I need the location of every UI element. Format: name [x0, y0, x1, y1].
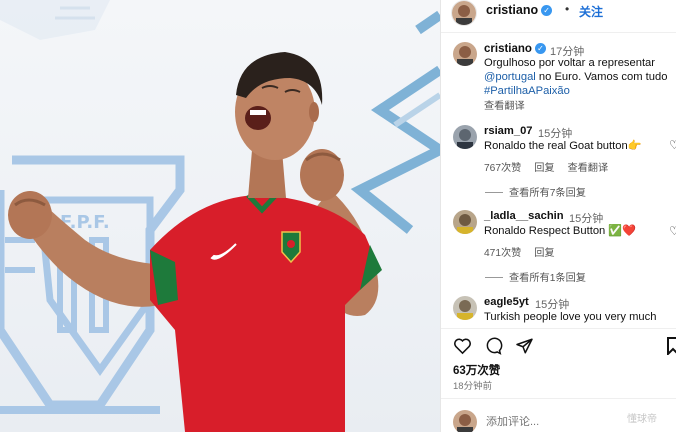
add-comment-input[interactable] [486, 416, 606, 428]
caption-avatar[interactable] [453, 42, 477, 66]
add-comment-divider [441, 398, 676, 399]
player-celebration-image: F.P.F. [0, 0, 440, 432]
author-username[interactable]: cristiano ✓ [486, 3, 553, 17]
author-avatar[interactable] [451, 0, 477, 26]
header-divider [441, 32, 676, 33]
caption-username[interactable]: cristiano ✓ [484, 43, 546, 55]
post-side-panel: cristiano ✓ • 关注 cristiano ✓ 17分钟 Orgulhos… [440, 0, 676, 432]
bookmark-icon[interactable] [667, 337, 676, 360]
view-replies-link[interactable]: 查看所有7条回复 [485, 184, 586, 199]
view-replies-link[interactable]: 查看所有1条回复 [485, 269, 586, 284]
comment-like-heart-icon[interactable]: ♡ [669, 138, 676, 152]
hashtag-link[interactable]: #PartilhaAPaixão [484, 85, 570, 97]
caption-hashtag-line: #PartilhaAPaixão [484, 85, 570, 97]
caption-text-line-2: @portugal no Euro. Vamos com tudo [484, 71, 668, 83]
comment-avatar[interactable] [453, 210, 477, 234]
post-timestamp: 18分钟前 [453, 381, 493, 392]
background-crest-top [0, 0, 110, 40]
player [8, 52, 382, 432]
post-likes-count[interactable]: 63万次赞 [453, 362, 500, 378]
current-user-avatar [453, 410, 477, 432]
comment-translate-link[interactable]: 查看翻译 [567, 163, 608, 174]
comment-meta: 471次赞 回复 [484, 244, 565, 259]
actions-divider [441, 328, 676, 329]
comment-avatar[interactable] [453, 125, 477, 149]
comment-time: 15分钟 [535, 299, 570, 311]
post-header: cristiano ✓ • 关注 [441, 0, 676, 26]
comment-reply-button[interactable]: 回复 [534, 163, 554, 174]
post-photo[interactable]: F.P.F. [0, 0, 440, 432]
comment-avatar[interactable] [453, 296, 477, 320]
comment-icon[interactable] [484, 337, 503, 360]
comment-text: Ronaldo the real Goat button👉 [484, 140, 642, 152]
comment-likes-count[interactable]: 471次赞 [484, 248, 521, 259]
share-icon[interactable] [515, 337, 534, 360]
comment-text: Ronaldo Respect Button ✅❤️ [484, 225, 637, 237]
follow-button[interactable]: 关注 [579, 3, 603, 20]
comment-likes-count[interactable]: 767次赞 [484, 163, 521, 174]
caption-text-line-1: Orgulhoso por voltar a representar [484, 57, 656, 69]
verified-badge-icon: ✓ [541, 5, 553, 16]
comment-username[interactable]: rsiam_07 [484, 125, 533, 137]
verified-badge-icon: ✓ [534, 43, 546, 54]
mention-link[interactable]: @portugal [484, 71, 536, 83]
comment-text: Turkish people love you very much [484, 311, 657, 323]
comment-meta: 767次赞 回复 查看翻译 [484, 159, 618, 174]
heart-icon[interactable] [453, 337, 472, 360]
comment-username[interactable]: eagle5yt [484, 296, 529, 308]
watermark-text: 懂球帝 [627, 414, 657, 425]
header-separator: • [565, 2, 570, 16]
comment-username[interactable]: _ladla__sachin [484, 210, 564, 222]
comment-reply-button[interactable]: 回复 [534, 248, 554, 259]
caption-translate-link[interactable]: 查看翻译 [484, 97, 525, 112]
post-actions-bar [453, 337, 676, 357]
comment-like-heart-icon[interactable]: ♡ [669, 224, 676, 238]
